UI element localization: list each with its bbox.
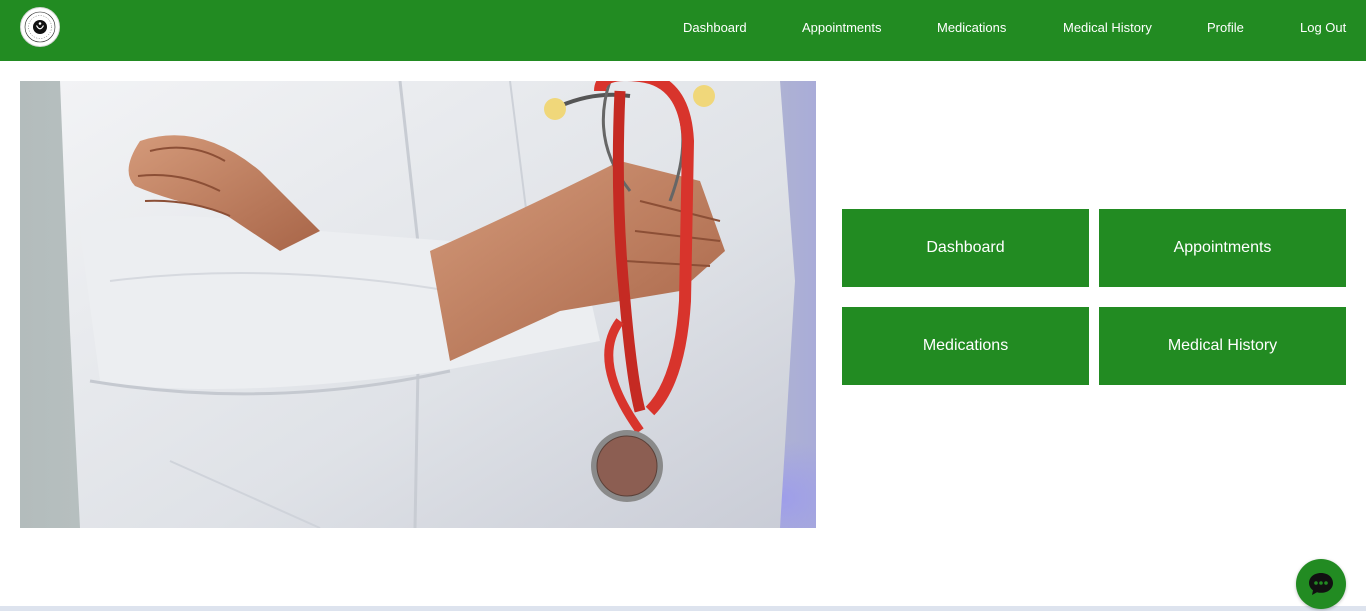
tile-dashboard-button[interactable]: Dashboard [842, 209, 1089, 287]
tile-medications-button[interactable]: Medications [842, 307, 1089, 385]
nav-link-log-out[interactable]: Log Out [1300, 20, 1346, 35]
nav-link-medications[interactable]: Medications [937, 20, 1006, 35]
hero-doctor-image [20, 81, 816, 528]
tile-medical-history-button[interactable]: Medical History [1099, 307, 1346, 385]
chat-bubble-icon [1309, 573, 1333, 595]
nav-link-profile[interactable]: Profile [1207, 20, 1244, 35]
footer-divider [0, 606, 1366, 611]
chat-button[interactable] [1296, 559, 1346, 609]
nav-link-dashboard[interactable]: Dashboard [683, 20, 747, 35]
top-navbar: Dashboard Appointments Medications Medic… [0, 0, 1366, 61]
nav-link-appointments[interactable]: Appointments [802, 20, 882, 35]
nav-link-medical-history[interactable]: Medical History [1063, 20, 1152, 35]
logo-emblem-icon[interactable] [20, 7, 60, 47]
tile-appointments-button[interactable]: Appointments [1099, 209, 1346, 287]
